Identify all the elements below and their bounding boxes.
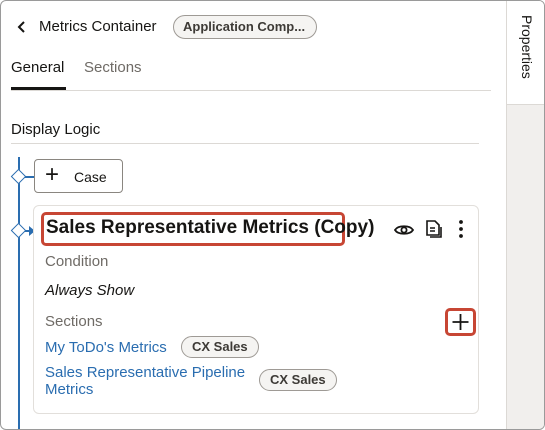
plus-icon: + (45, 161, 60, 188)
properties-rail: Properties (506, 1, 544, 429)
sections-label: Sections (45, 313, 103, 330)
section-link-pipeline[interactable]: Sales Representative Pipeline Metrics (45, 364, 255, 398)
display-logic-heading: Display Logic (11, 121, 101, 138)
tabs-divider (11, 90, 491, 91)
properties-tab-label: Properties (519, 15, 535, 79)
section-link-my-todos[interactable]: My ToDo's Metrics (45, 339, 167, 356)
component-type-badge: Application Comp... (173, 15, 317, 39)
tab-bar: General Sections (11, 59, 491, 91)
window: Metrics Container Application Comp... Ge… (0, 0, 545, 430)
page-title: Metrics Container (39, 18, 157, 35)
condition-value: Always Show (45, 282, 135, 299)
condition-label: Condition (45, 253, 109, 270)
add-case-button[interactable]: + Case (34, 159, 123, 193)
add-case-label: Case (74, 169, 107, 185)
chevron-left-icon[interactable] (14, 17, 30, 37)
duplicate-icon[interactable] (422, 218, 444, 240)
tree-node-diamond (10, 222, 27, 239)
tree-connector-line (18, 157, 20, 429)
tab-general[interactable]: General (11, 59, 67, 91)
tree-connector-tick (25, 176, 34, 178)
section-badge: CX Sales (181, 336, 259, 358)
main-panel: Metrics Container Application Comp... Ge… (1, 1, 506, 429)
plus-icon (452, 314, 469, 330)
add-section-button[interactable] (445, 308, 476, 336)
tree-node-diamond (10, 168, 27, 185)
tab-properties[interactable]: Properties (507, 1, 544, 105)
rule-title[interactable]: Sales Representative Metrics (Copy) (46, 217, 374, 239)
section-badge: CX Sales (259, 369, 337, 391)
more-options-icon[interactable] (450, 218, 472, 240)
eye-icon[interactable] (393, 219, 415, 241)
tab-sections[interactable]: Sections (84, 59, 142, 91)
heading-divider (11, 143, 479, 144)
